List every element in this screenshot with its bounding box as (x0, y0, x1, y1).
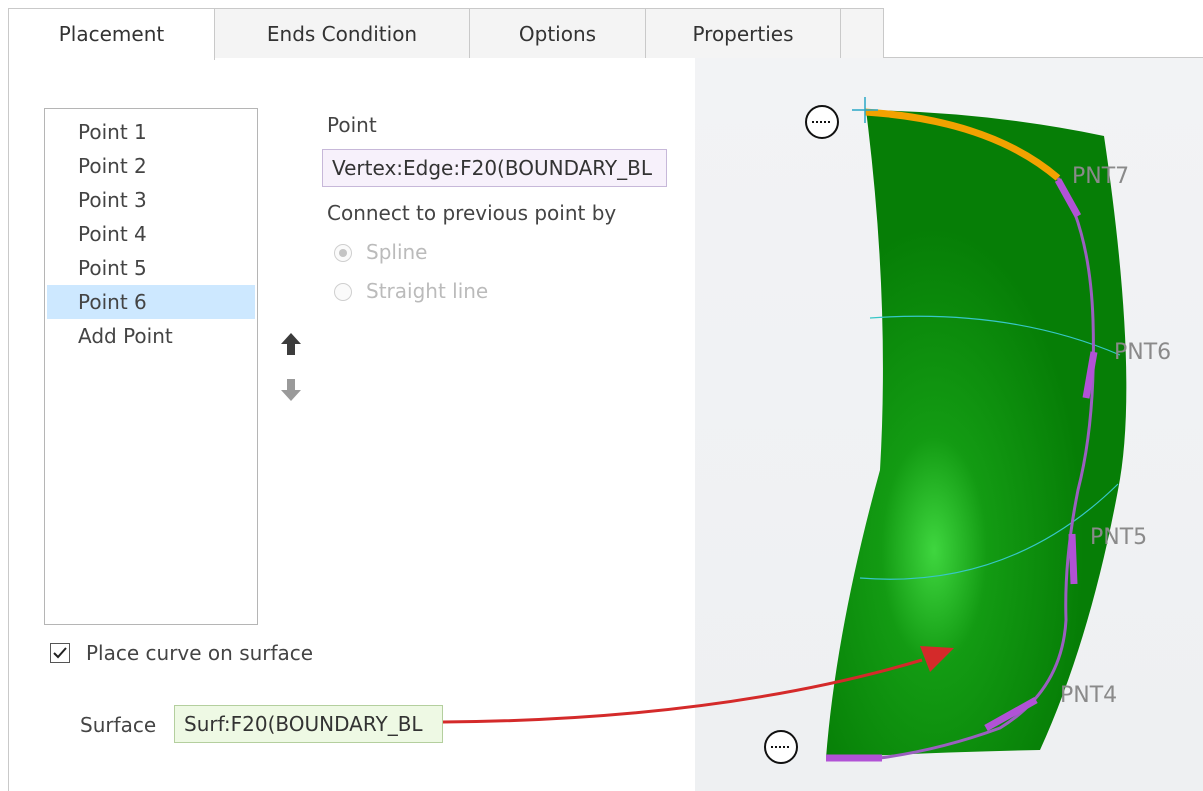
drag-handle-bottom (764, 730, 798, 764)
surface-scene (442, 97, 1127, 764)
pnt4-label: PNT4 (1060, 683, 1118, 708)
drag-handle-top (805, 105, 839, 139)
pnt6-label: PNT6 (1114, 340, 1172, 365)
pnt7-label: PNT7 (1072, 164, 1130, 189)
pnt5-label: PNT5 (1090, 525, 1148, 550)
curve-segment (1068, 533, 1078, 585)
boundary-surface (826, 110, 1127, 758)
